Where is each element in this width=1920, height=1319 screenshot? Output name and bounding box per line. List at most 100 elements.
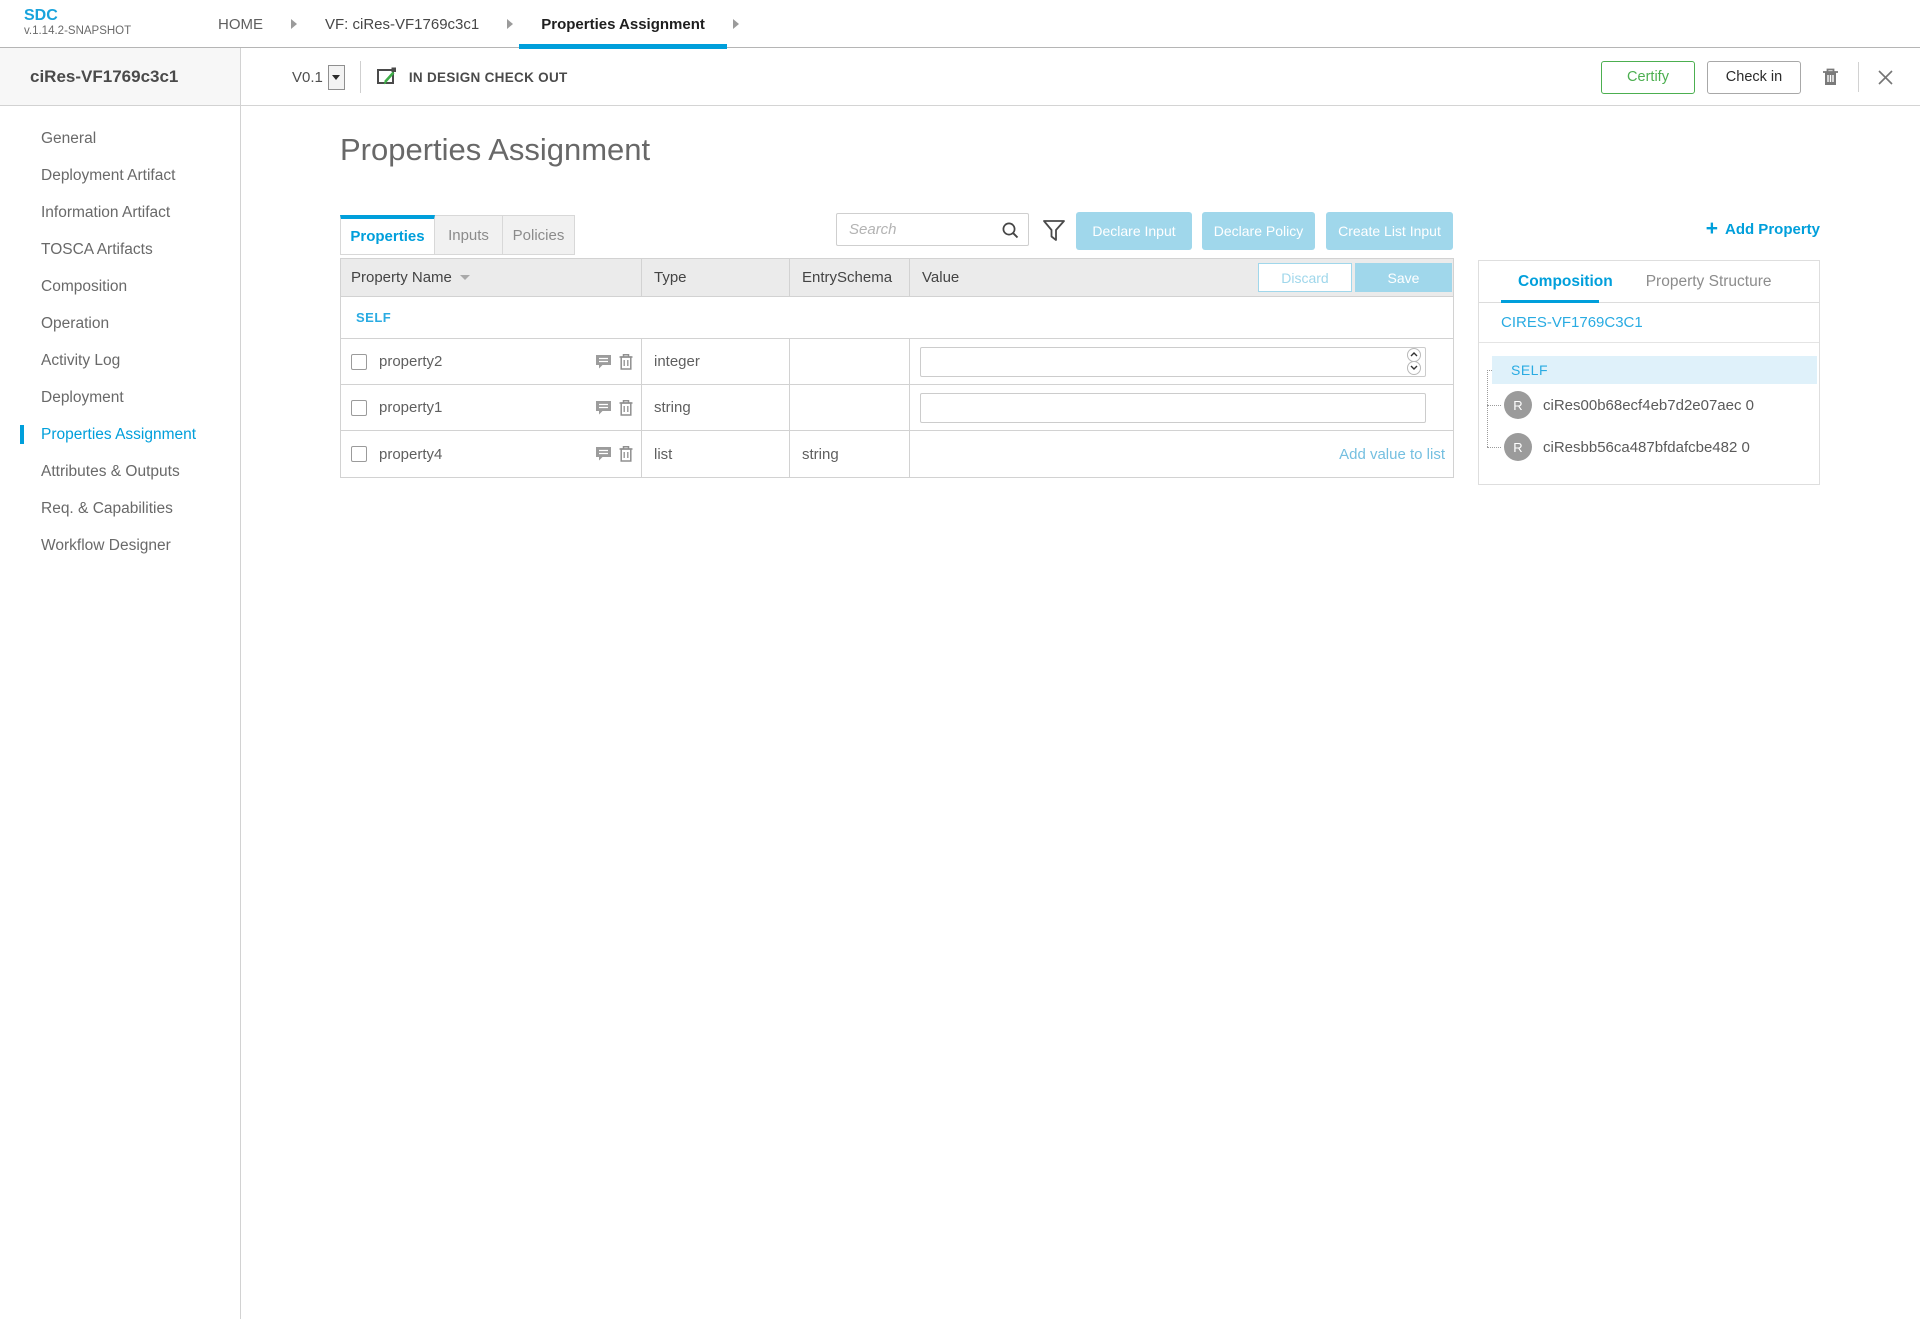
property2-value-input[interactable] xyxy=(920,346,1426,377)
delete-row-icon[interactable] xyxy=(618,399,634,417)
properties-tabs: Properties Inputs Policies xyxy=(340,215,575,255)
tab-composition[interactable]: Composition xyxy=(1518,273,1613,291)
breadcrumb-properties-assignment[interactable]: Properties Assignment xyxy=(519,0,727,49)
sidebar-item-information-artifact[interactable]: Information Artifact xyxy=(0,194,240,231)
tab-property-structure[interactable]: Property Structure xyxy=(1646,273,1772,291)
row-checkbox[interactable] xyxy=(351,399,367,416)
sidebar-item-label: Attributes & Outputs xyxy=(41,463,180,480)
delete-row-icon[interactable] xyxy=(618,353,634,371)
sidebar-item-workflow-designer[interactable]: Workflow Designer xyxy=(0,527,240,564)
sidebar-item-label: General xyxy=(41,130,97,147)
plus-icon: + xyxy=(1705,217,1718,240)
stepper-down-icon[interactable] xyxy=(1407,360,1421,375)
sidebar-item-label: Properties Assignment xyxy=(41,426,197,443)
app-version: v.1.14.2-SNAPSHOT xyxy=(24,25,132,37)
tab-inputs[interactable]: Inputs xyxy=(435,215,503,255)
sidebar-item-deployment-artifact[interactable]: Deployment Artifact xyxy=(0,157,240,194)
column-value: Value Discard Save xyxy=(910,259,1453,296)
checkout-pencil-icon xyxy=(376,66,400,88)
column-label: Value xyxy=(922,269,960,286)
search-icon[interactable] xyxy=(1001,221,1020,240)
property-name: property2 xyxy=(379,353,443,370)
sidebar-item-activity-log[interactable]: Activity Log xyxy=(0,342,240,379)
comment-icon[interactable] xyxy=(595,354,612,370)
tree-node-resource-2[interactable]: R ciResbb56ca487bfdafcbe482 0 xyxy=(1479,427,1819,467)
breadcrumb-vf[interactable]: VF: ciRes-VF1769c3c1 xyxy=(319,0,485,48)
delete-icon[interactable] xyxy=(1821,67,1840,87)
sidebar-item-deployment[interactable]: Deployment xyxy=(0,379,240,416)
property-name-cell: property1 xyxy=(341,385,642,430)
value-cell: Add value to list xyxy=(910,431,1453,477)
tab-properties[interactable]: Properties xyxy=(340,215,435,255)
sidebar-menu: General Deployment Artifact Information … xyxy=(0,106,240,564)
type-cell: string xyxy=(642,385,790,430)
breadcrumb: HOME VF: ciRes-VF1769c3c1 Properties Ass… xyxy=(212,0,761,49)
sdc-logo[interactable]: SDC v.1.14.2-SNAPSHOT xyxy=(24,7,131,38)
property1-value-input[interactable] xyxy=(920,392,1426,423)
declare-input-button[interactable]: Declare Input xyxy=(1076,212,1192,250)
comment-icon[interactable] xyxy=(595,446,612,462)
create-list-input-button[interactable]: Create List Input xyxy=(1326,212,1453,250)
checkin-button[interactable]: Check in xyxy=(1707,60,1801,94)
composition-panel-tabs: Composition Property Structure xyxy=(1479,261,1819,303)
filter-funnel-icon[interactable] xyxy=(1041,217,1067,245)
delete-row-icon[interactable] xyxy=(618,445,634,463)
breadcrumb-active-label: Properties Assignment xyxy=(541,15,705,33)
dropdown-caret-icon xyxy=(332,74,341,80)
declare-policy-button[interactable]: Declare Policy xyxy=(1202,212,1315,250)
composition-tree: SELF R ciRes00b68ecf4eb7d2e07aec 0 R ciR… xyxy=(1479,344,1819,484)
add-value-to-list-link[interactable]: Add value to list xyxy=(1339,431,1445,477)
certify-button[interactable]: Certify xyxy=(1601,60,1695,94)
stepper-up-icon[interactable] xyxy=(1407,347,1421,362)
sidebar-item-req-capabilities[interactable]: Req. & Capabilities xyxy=(0,490,240,527)
sidebar-item-composition[interactable]: Composition xyxy=(0,268,240,305)
sidebar-item-properties-assignment[interactable]: Properties Assignment xyxy=(0,416,240,453)
row-checkbox[interactable] xyxy=(351,353,367,370)
sidebar-item-tosca-artifacts[interactable]: TOSCA Artifacts xyxy=(0,231,240,268)
add-property-label: Add Property xyxy=(1724,220,1820,238)
tree-node-label: ciResbb56ca487bfdafcbe482 0 xyxy=(1543,438,1750,456)
composition-root-node[interactable]: CIRES-VF1769C3C1 xyxy=(1479,303,1819,343)
sidebar-item-operation[interactable]: Operation xyxy=(0,305,240,342)
chevron-right-icon xyxy=(732,19,739,29)
sidebar-item-label: Req. & Capabilities xyxy=(41,500,173,517)
main-content: Properties Assignment Properties Inputs … xyxy=(241,106,1920,1319)
value-cell xyxy=(910,385,1453,430)
breadcrumb-home[interactable]: HOME xyxy=(212,0,269,48)
comment-icon[interactable] xyxy=(595,400,612,416)
close-icon[interactable] xyxy=(1877,69,1894,86)
avatar: R xyxy=(1504,433,1532,461)
toolbar-right: Certify Check in xyxy=(1601,48,1894,106)
row-checkbox[interactable] xyxy=(351,446,367,462)
lifecycle-status: IN DESIGN CHECK OUT xyxy=(408,69,568,85)
divider xyxy=(359,61,361,93)
properties-table: Property Name Type EntrySchema Value Dis… xyxy=(340,258,1454,478)
add-property-button[interactable]: + Add Property xyxy=(1705,217,1820,240)
column-label: Type xyxy=(654,269,687,286)
group-self-label[interactable]: SELF xyxy=(356,310,391,325)
sdc-app: SDC v.1.14.2-SNAPSHOT HOME VF: ciRes-VF1… xyxy=(0,0,1920,1319)
entry-schema-cell xyxy=(790,385,910,430)
number-input-wrap xyxy=(910,346,1426,377)
entry-schema-cell xyxy=(790,339,910,384)
version-dropdown[interactable] xyxy=(327,64,345,90)
tree-node-self[interactable]: SELF xyxy=(1492,356,1817,384)
toolbar-left: V0.1 IN DESIGN CHECK OUT xyxy=(292,48,568,106)
save-button[interactable]: Save xyxy=(1355,263,1452,292)
sidebar-item-label: Deployment Artifact xyxy=(41,167,176,184)
discard-button[interactable]: Discard xyxy=(1258,263,1352,292)
type-cell: integer xyxy=(642,339,790,384)
active-tab-underline xyxy=(519,44,727,49)
sidebar-item-general[interactable]: General xyxy=(0,120,240,157)
avatar: R xyxy=(1504,391,1532,419)
sidebar-item-label: Operation xyxy=(41,315,110,332)
column-property-name[interactable]: Property Name xyxy=(341,259,642,296)
tree-node-resource-1[interactable]: R ciRes00b68ecf4eb7d2e07aec 0 xyxy=(1479,385,1819,425)
group-row-self: SELF xyxy=(341,297,1453,339)
search-input[interactable] xyxy=(837,214,1028,245)
table-actions: Discard Save xyxy=(1258,263,1452,292)
table-row-property1: property1 string xyxy=(341,385,1453,431)
page-title: Properties Assignment xyxy=(340,132,651,167)
sidebar-item-attributes-outputs[interactable]: Attributes & Outputs xyxy=(0,453,240,490)
tab-policies[interactable]: Policies xyxy=(503,215,575,255)
